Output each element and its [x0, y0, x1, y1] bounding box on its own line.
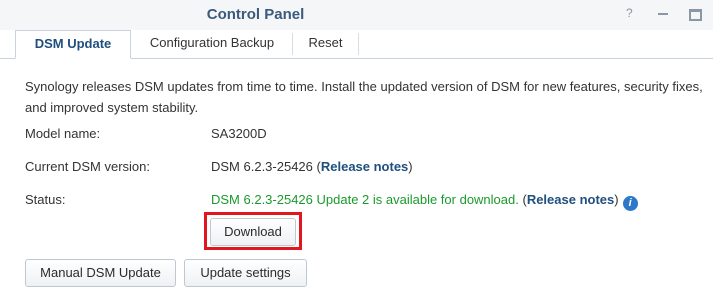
title-bar: Control Panel ? [0, 0, 713, 30]
minimize-icon[interactable] [658, 5, 668, 15]
paren-open: ( [518, 192, 527, 207]
manual-dsm-update-button[interactable]: Manual DSM Update [25, 259, 176, 287]
status-release-notes-link[interactable]: Release notes [527, 192, 614, 207]
current-version-text: DSM 6.2.3-25426 [211, 159, 313, 174]
window-title: Control Panel [206, 6, 305, 23]
release-notes-link[interactable]: Release notes [321, 159, 408, 174]
info-icon[interactable]: i [622, 196, 638, 211]
paren-open: ( [312, 159, 321, 174]
tab-configuration-backup[interactable]: Configuration Backup [132, 30, 292, 58]
paren-close: ) [614, 192, 619, 207]
tab-separator [358, 33, 359, 55]
download-button[interactable]: Download [210, 218, 296, 246]
help-icon[interactable]: ? [626, 6, 633, 20]
status-value: DSM 6.2.3-25426 Update 2 is available fo… [211, 192, 638, 211]
tab-dsm-update[interactable]: DSM Update [15, 30, 131, 59]
tab-bar: DSM Update Configuration Backup Reset [0, 30, 713, 59]
maximize-icon[interactable] [689, 6, 702, 21]
current-version-label: Current DSM version: [25, 159, 150, 174]
model-name-value: SA3200D [211, 126, 267, 141]
tab-reset[interactable]: Reset [293, 30, 358, 58]
paren-close: ) [408, 159, 413, 174]
current-version-value: DSM 6.2.3-25426 (Release notes) [211, 159, 413, 174]
status-text: DSM 6.2.3-25426 Update 2 is available fo… [211, 192, 519, 207]
update-settings-button[interactable]: Update settings [184, 259, 307, 287]
model-name-label: Model name: [25, 126, 101, 141]
update-description: Synology releases DSM updates from time … [25, 79, 703, 115]
status-label: Status: [25, 192, 66, 207]
